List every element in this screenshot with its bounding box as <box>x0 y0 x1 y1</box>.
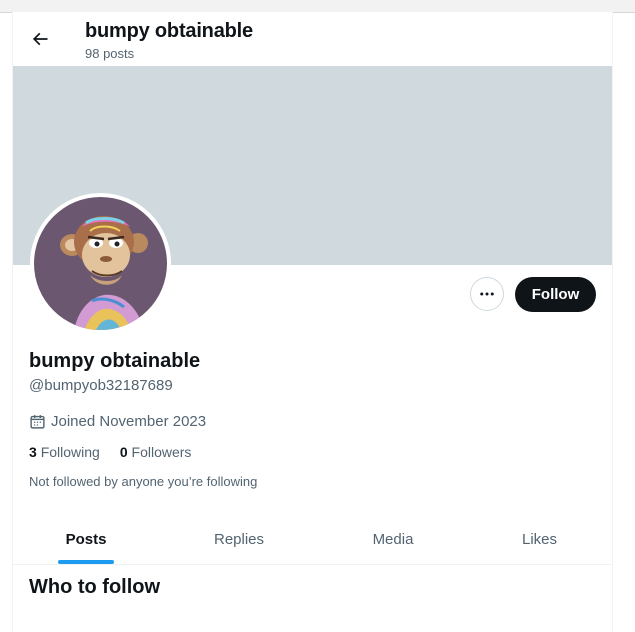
tab-media[interactable]: Media <box>319 515 467 564</box>
arrow-left-icon <box>32 32 48 46</box>
profile-top-bar: bumpy obtainable 98 posts <box>13 12 612 66</box>
who-to-follow-heading: Who to follow <box>29 576 161 598</box>
tab-label: Media <box>372 531 414 548</box>
tab-likes[interactable]: Likes <box>467 515 612 564</box>
profile-column: bumpy obtainable 98 posts Follow bumpy o… <box>12 12 613 632</box>
join-date-text: Joined November 2023 <box>51 413 207 430</box>
avatar[interactable] <box>30 193 171 334</box>
page-title: bumpy obtainable <box>85 20 253 42</box>
more-horizontal-icon <box>480 292 494 296</box>
followers-link[interactable]: 0 Followers <box>120 444 192 460</box>
tab-label: Replies <box>213 531 265 548</box>
tab-replies[interactable]: Replies <box>159 515 319 564</box>
calendar-icon <box>30 415 45 429</box>
profile-display-name: bumpy obtainable <box>29 350 201 372</box>
ape-avatar-icon <box>34 197 167 330</box>
tab-label: Posts <box>65 531 107 548</box>
profile-tabs: Posts Replies Media Likes <box>13 515 612 565</box>
post-count: 98 posts <box>85 46 135 61</box>
mutual-followers-note: Not followed by anyone you’re following <box>29 474 258 489</box>
profile-handle: @bumpyob32187689 <box>29 377 173 394</box>
followers-count: 0 <box>119 444 128 460</box>
following-count: 3 <box>29 444 37 460</box>
followers-label: Followers <box>131 444 192 460</box>
tab-label: Likes <box>521 531 558 548</box>
follow-stats: 3 Following 0 Followers <box>29 444 191 460</box>
follow-button[interactable]: Follow <box>515 277 596 312</box>
tab-posts[interactable]: Posts <box>13 515 159 564</box>
more-options-button[interactable] <box>470 277 504 311</box>
following-label: Following <box>40 444 100 460</box>
back-button[interactable] <box>25 24 55 54</box>
following-link[interactable]: 3 Following <box>29 444 100 460</box>
active-tab-indicator <box>58 560 114 564</box>
join-date: Joined November 2023 <box>29 413 206 430</box>
